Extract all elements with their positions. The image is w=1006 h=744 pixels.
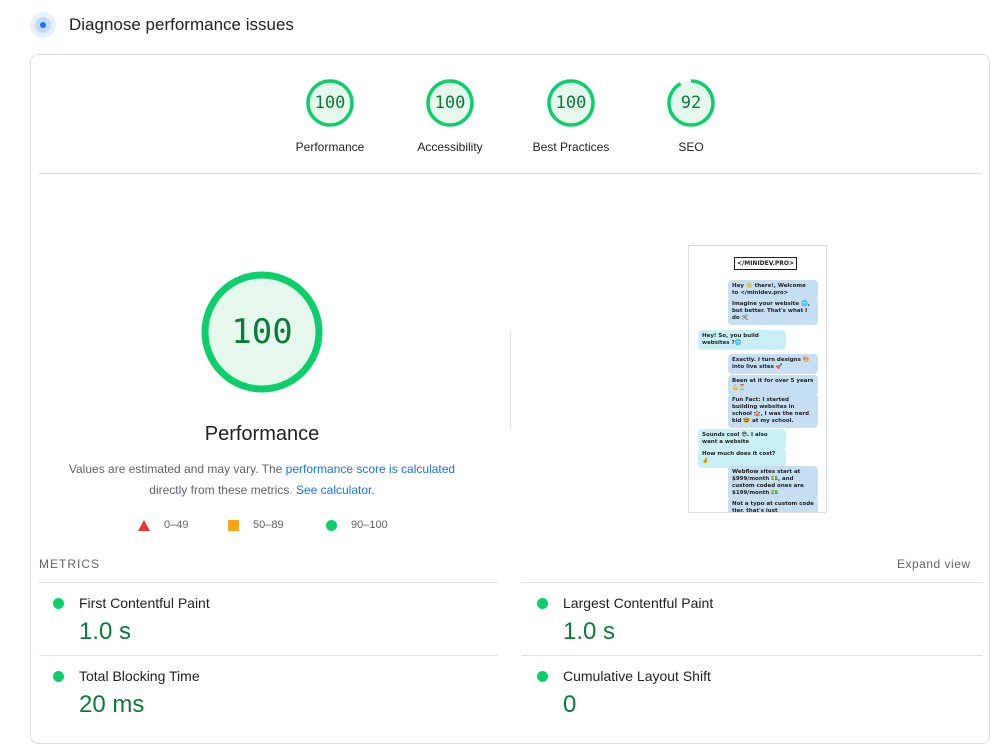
expand-view-button[interactable]: Expand view <box>897 557 971 571</box>
pass-status-icon <box>53 598 64 609</box>
divider <box>522 655 982 656</box>
pass-status-icon <box>537 598 548 609</box>
divider <box>39 582 498 583</box>
metric-name: Largest Contentful Paint <box>563 595 714 611</box>
legend-pass: 90–100 <box>326 519 388 531</box>
legend-fail-label: 0–49 <box>164 519 189 531</box>
see-calculator-link[interactable]: See calculator <box>296 483 371 497</box>
gauge-performance[interactable]: 100 Performance <box>270 79 390 154</box>
metric-value: 1.0 s <box>563 618 616 645</box>
chat-bubble: Hey! So, you build websites ?🌐 <box>698 330 786 350</box>
gauge-accessibility[interactable]: 100 Accessibility <box>390 79 510 154</box>
divider <box>522 582 982 583</box>
chat-bubble: Sounds cool 😎. I also want a website <box>698 429 786 449</box>
metric-value: 1.0 s <box>79 618 132 645</box>
square-icon <box>228 519 239 531</box>
score-description: Values are estimated and may vary. The p… <box>60 459 464 501</box>
pass-status-icon <box>537 671 548 682</box>
description-text: . <box>371 483 375 497</box>
circle-icon <box>326 519 337 531</box>
site-logo: </MINIDEV.PRO> <box>734 257 798 270</box>
section-title: Diagnose performance issues <box>69 15 294 34</box>
chat-bubble: Imagine your website 🌐, but better. That… <box>728 298 818 325</box>
performance-score: 100 <box>231 312 293 352</box>
gauge-label: Accessibility <box>417 140 483 154</box>
divider <box>39 173 982 174</box>
chat-bubble: Fun Fact: I started building websites in… <box>728 394 818 428</box>
gauge-best-practices[interactable]: 100 Best Practices <box>511 79 631 154</box>
metric-name: Total Blocking Time <box>79 668 200 684</box>
metric-value: 20 ms <box>79 691 145 718</box>
metric-name: Cumulative Layout Shift <box>563 668 711 684</box>
description-text: Values are estimated and may vary. The <box>68 462 286 476</box>
chat-bubble: Been at it for over 5 years 💪⏳ <box>728 375 818 395</box>
score-calculated-link[interactable]: performance score is calculated <box>286 462 455 476</box>
description-text: directly from these metrics. <box>149 483 296 497</box>
metric-name: First Contentful Paint <box>79 595 210 611</box>
legend-fail: 0–49 <box>138 519 188 531</box>
vertical-divider <box>510 332 511 428</box>
chat-bubble: How much does it cost? 💰 <box>698 448 786 468</box>
chat-bubble: Not a typo at custom code tier, that's j… <box>728 498 818 512</box>
gauge-score: 92 <box>680 93 702 113</box>
pass-status-icon <box>53 671 64 682</box>
gauge-label: SEO <box>678 140 704 154</box>
chat-bubble: Webflow sites start at $999/month 💵, and… <box>728 466 818 500</box>
chat-bubble: Hey 👋 there!, Welcome to </minidev.pro> <box>728 280 818 300</box>
metrics-heading: METRICS <box>39 557 100 571</box>
legend-average: 50–89 <box>228 519 284 531</box>
gauge-label: Best Practices <box>532 140 610 154</box>
gauge-score: 100 <box>434 93 466 113</box>
lighthouse-icon <box>30 12 56 38</box>
legend-pass-label: 90–100 <box>351 519 388 531</box>
performance-gauge: 100 <box>201 271 323 393</box>
gauge-seo[interactable]: 92 SEO <box>631 79 751 154</box>
performance-title: Performance <box>204 423 320 445</box>
chat-bubble: Exactly. I turn designs 🎨 into live site… <box>728 354 818 374</box>
triangle-icon <box>138 519 150 531</box>
legend-average-label: 50–89 <box>253 519 284 531</box>
gauge-score: 100 <box>314 93 346 113</box>
metric-value: 0 <box>563 691 577 718</box>
gauge-label: Performance <box>295 140 365 154</box>
page-screenshot-thumbnail[interactable]: </MINIDEV.PRO> Hey 👋 there!, Welcome to … <box>688 245 827 513</box>
divider <box>39 655 498 656</box>
gauge-score: 100 <box>555 93 587 113</box>
